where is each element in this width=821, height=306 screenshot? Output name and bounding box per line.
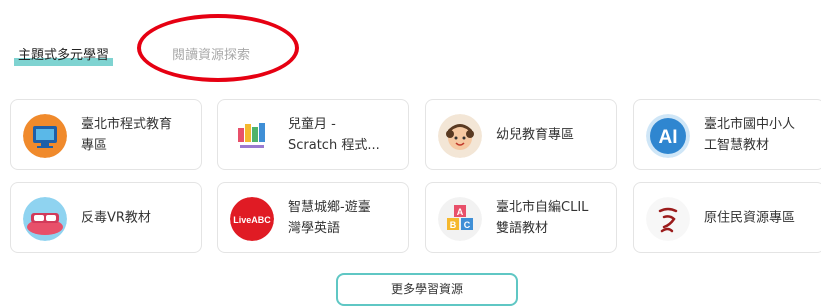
- anti-drug-vr-icon: [23, 197, 67, 241]
- abc-blocks-icon: A B C: [438, 197, 482, 241]
- resource-card-indigenous-resources[interactable]: 原住民資源專區: [633, 182, 821, 253]
- tab-themed-learning[interactable]: 主題式多元學習: [14, 44, 114, 66]
- child-face-icon: [438, 114, 482, 158]
- resource-card-early-childhood[interactable]: 幼兒教育專區: [425, 99, 617, 170]
- ai-icon: AI: [646, 114, 690, 158]
- card-title-line1: 臺北市自編CLIL: [496, 199, 589, 215]
- card-title: 原住民資源專區: [704, 207, 818, 228]
- tab-bar: 主題式多元學習 閱讀資源探索: [0, 30, 821, 90]
- card-title-line1: 臺北市國中小人: [704, 116, 796, 132]
- card-title: 兒童月 - Scratch 程式...: [288, 114, 402, 156]
- card-title: 幼兒教育專區: [496, 124, 610, 145]
- more-resources-button[interactable]: 更多學習資源: [336, 273, 518, 306]
- liveabc-icon: LiveABC: [230, 197, 274, 241]
- resource-card-smart-city-english[interactable]: LiveABC 智慧城鄉-遊臺 灣學英語: [217, 182, 409, 253]
- card-title-line1: 反毒VR教材: [81, 210, 151, 225]
- tab-reading-resources[interactable]: 閱讀資源探索: [172, 44, 250, 63]
- tab-label: 主題式多元學習: [18, 48, 110, 63]
- card-title-line2: 專區: [81, 137, 108, 153]
- card-title-line1: 智慧城鄉-遊臺: [288, 199, 371, 215]
- resource-card-childrens-month-scratch[interactable]: 兒童月 - Scratch 程式...: [217, 99, 409, 170]
- card-title: 智慧城鄉-遊臺 灣學英語: [288, 197, 402, 239]
- liveabc-icon-text: LiveABC: [233, 215, 271, 225]
- card-title-line2: 工智慧教材: [704, 137, 770, 153]
- resource-card-ai-materials[interactable]: AI 臺北市國中小人 工智慧教材: [633, 99, 821, 170]
- childrens-month-icon: [230, 114, 274, 158]
- card-title-line2: 灣學英語: [288, 220, 341, 236]
- card-title: 反毒VR教材: [81, 207, 195, 228]
- block-a-text: A: [457, 207, 464, 217]
- card-title: 臺北市程式教育 專區: [81, 114, 195, 156]
- card-title: 臺北市國中小人 工智慧教材: [704, 114, 818, 156]
- card-title-line1: 原住民資源專區: [704, 210, 796, 225]
- resource-card-programming-education[interactable]: 臺北市程式教育 專區: [10, 99, 202, 170]
- card-title-line1: 幼兒教育專區: [496, 127, 575, 142]
- block-c-text: C: [464, 220, 471, 230]
- ai-icon-text: AI: [659, 127, 678, 148]
- monitor-icon: [23, 114, 67, 158]
- resource-card-clil-bilingual[interactable]: A B C 臺北市自編CLIL 雙語教材: [425, 182, 617, 253]
- resource-card-anti-drug-vr[interactable]: 反毒VR教材: [10, 182, 202, 253]
- card-title: 臺北市自編CLIL 雙語教材: [496, 197, 610, 239]
- indigenous-logo-icon: [646, 197, 690, 241]
- card-title-line2: 雙語教材: [496, 220, 549, 236]
- block-b-text: B: [450, 220, 457, 230]
- card-title-line1: 臺北市程式教育: [81, 116, 173, 132]
- card-title-line2: Scratch 程式...: [288, 137, 380, 153]
- card-title-line1: 兒童月 -: [288, 116, 336, 132]
- tab-label: 閱讀資源探索: [172, 48, 251, 63]
